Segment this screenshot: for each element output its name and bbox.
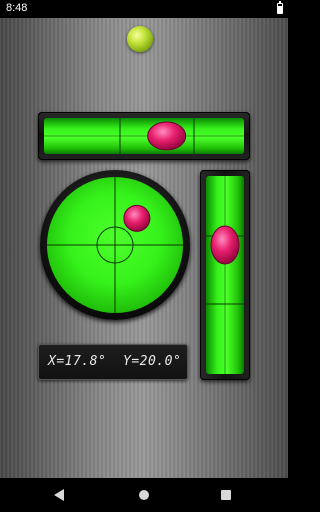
circular-vial-graphic bbox=[47, 177, 183, 313]
back-triangle-icon bbox=[54, 489, 64, 501]
back-button[interactable] bbox=[40, 478, 80, 512]
home-circle-icon bbox=[139, 490, 149, 500]
circular-bubble bbox=[123, 204, 151, 232]
status-time: 8:48 bbox=[6, 2, 28, 14]
recents-button[interactable] bbox=[206, 478, 246, 512]
ball-indicator-icon bbox=[127, 26, 153, 52]
vertical-level bbox=[200, 170, 250, 380]
vertical-vial bbox=[206, 176, 244, 374]
vertical-vial-graphic bbox=[206, 176, 244, 374]
circular-level bbox=[40, 170, 190, 320]
horizontal-vial bbox=[44, 118, 244, 154]
navigation-bar bbox=[0, 478, 288, 512]
horizontal-bubble bbox=[147, 121, 187, 151]
status-bar: 8:48 bbox=[0, 0, 288, 18]
y-angle-reading: Y=20.0° bbox=[123, 354, 182, 369]
home-button[interactable] bbox=[124, 478, 164, 512]
horizontal-level bbox=[38, 112, 250, 160]
recents-square-icon bbox=[221, 490, 231, 500]
x-angle-reading: X=17.8° bbox=[48, 354, 107, 369]
battery-icon bbox=[277, 1, 283, 14]
angle-readout: X=17.8° Y=20.0° bbox=[38, 344, 188, 380]
vertical-bubble bbox=[210, 225, 240, 265]
circular-vial bbox=[47, 177, 183, 313]
bubble-level-app: X=17.8° Y=20.0° bbox=[0, 18, 288, 478]
horizontal-vial-graphic bbox=[44, 118, 244, 154]
